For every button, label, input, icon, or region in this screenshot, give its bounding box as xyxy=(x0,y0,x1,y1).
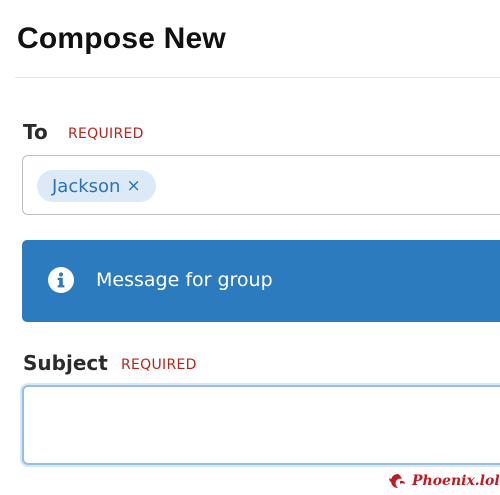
watermark: Phoenix.lol xyxy=(388,472,500,490)
info-banner-message: Message for group xyxy=(96,269,273,291)
subject-required-tag: REQUIRED xyxy=(121,357,197,373)
subject-input[interactable] xyxy=(22,385,500,465)
header-divider xyxy=(15,77,500,78)
to-label: To xyxy=(23,120,48,144)
recipient-chip[interactable]: Jackson × xyxy=(37,170,156,202)
chip-remove-icon[interactable]: × xyxy=(126,176,140,196)
subject-label: Subject xyxy=(23,351,108,375)
to-required-tag: REQUIRED xyxy=(68,126,144,142)
info-icon xyxy=(48,267,74,293)
phoenix-logo-icon xyxy=(389,474,405,488)
watermark-text: Phoenix.lol xyxy=(412,473,500,489)
recipient-chip-label: Jackson xyxy=(52,175,121,197)
info-banner: Message for group xyxy=(22,240,500,322)
to-recipient-input[interactable]: Jackson × xyxy=(22,155,500,215)
page-title: Compose New xyxy=(17,22,226,55)
